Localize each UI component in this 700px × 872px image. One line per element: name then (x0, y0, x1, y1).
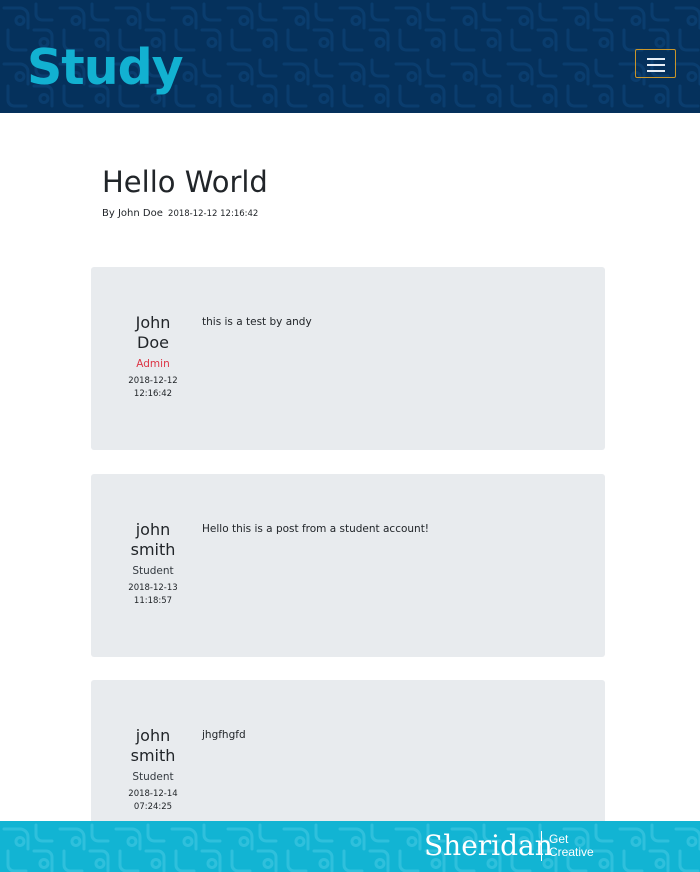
comment-date: 2018-12-13 11:18:57 (128, 583, 178, 606)
comment-date: 2018-12-14 07:24:25 (128, 789, 178, 812)
comment-text: Hello this is a post from a student acco… (202, 523, 430, 535)
author-role: Student (132, 565, 174, 577)
comment-card: John Doe Admin 2018-12-12 12:16:42 this … (91, 267, 605, 450)
site-footer (0, 821, 700, 872)
author-role: Student (132, 771, 174, 783)
author-name: John Doe (135, 313, 171, 352)
post-date: 2018-12-12 12:16:42 (168, 209, 259, 219)
comment-card: john smith Student 2018-12-13 11:18:57 H… (91, 474, 605, 657)
logo-divider (541, 831, 542, 861)
sheridan-logo[interactable]: Sheridan (424, 829, 553, 863)
comment-author: john smith Student 2018-12-13 11:18:57 (119, 520, 187, 608)
site-header: Study (0, 0, 700, 113)
site-logo[interactable]: Study (27, 38, 184, 98)
post-title: Hello World (102, 165, 268, 199)
post-meta: By John Doe 2018-12-12 12:16:42 (102, 207, 258, 221)
author-role: Admin (136, 358, 170, 370)
comment-author: John Doe Admin 2018-12-12 12:16:42 (119, 313, 187, 401)
comment-date: 2018-12-12 12:16:42 (128, 376, 178, 399)
post-author: By John Doe (102, 208, 163, 219)
author-name: john smith (130, 520, 176, 559)
footer-pattern (0, 821, 700, 872)
comment-text: jhgfhgfd (202, 729, 246, 741)
logo-tagline: Get Creative (549, 832, 594, 859)
author-name: john smith (130, 726, 176, 765)
comment-text: this is a test by andy (202, 316, 312, 328)
menu-toggle-button[interactable] (635, 49, 676, 78)
comment-author: john smith Student 2018-12-14 07:24:25 (119, 726, 187, 814)
